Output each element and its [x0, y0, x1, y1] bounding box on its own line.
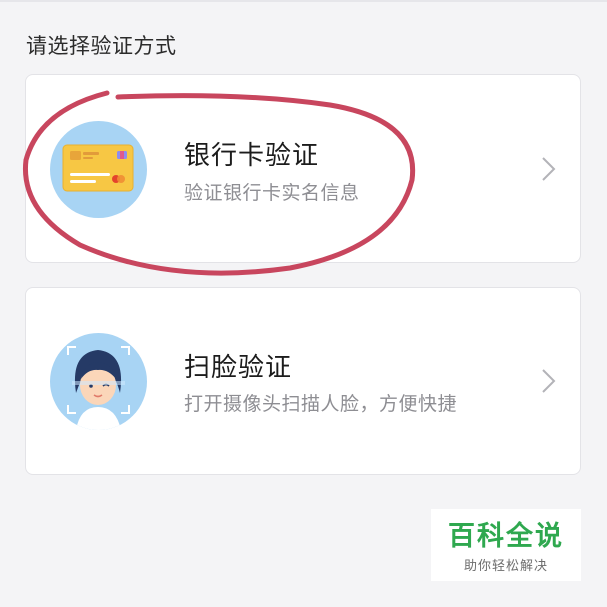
chevron-right-icon	[542, 157, 556, 181]
chevron-right-icon	[542, 369, 556, 393]
face-scan-option-description: 打开摄像头扫描人脸，方便快捷	[184, 393, 458, 415]
bank-card-icon	[50, 121, 147, 218]
bank-card-option-description: 验证银行卡实名信息	[184, 182, 360, 204]
section-title: 请选择验证方式	[26, 34, 177, 58]
bank-card-verification-option[interactable]: 银行卡验证 验证银行卡实名信息	[25, 74, 581, 263]
face-scan-icon	[50, 333, 147, 430]
watermark-subtitle: 助你轻松解决	[463, 559, 548, 574]
watermark-title: 百科全说	[448, 521, 564, 552]
face-scan-verification-option[interactable]: 扫脸验证 打开摄像头扫描人脸，方便快捷	[25, 287, 581, 475]
bank-card-option-title: 银行卡验证	[184, 141, 320, 171]
top-divider	[0, 0, 607, 2]
face-scan-option-title: 扫脸验证	[184, 353, 293, 383]
watermark-badge: 百科全说 助你轻松解决	[431, 509, 581, 581]
